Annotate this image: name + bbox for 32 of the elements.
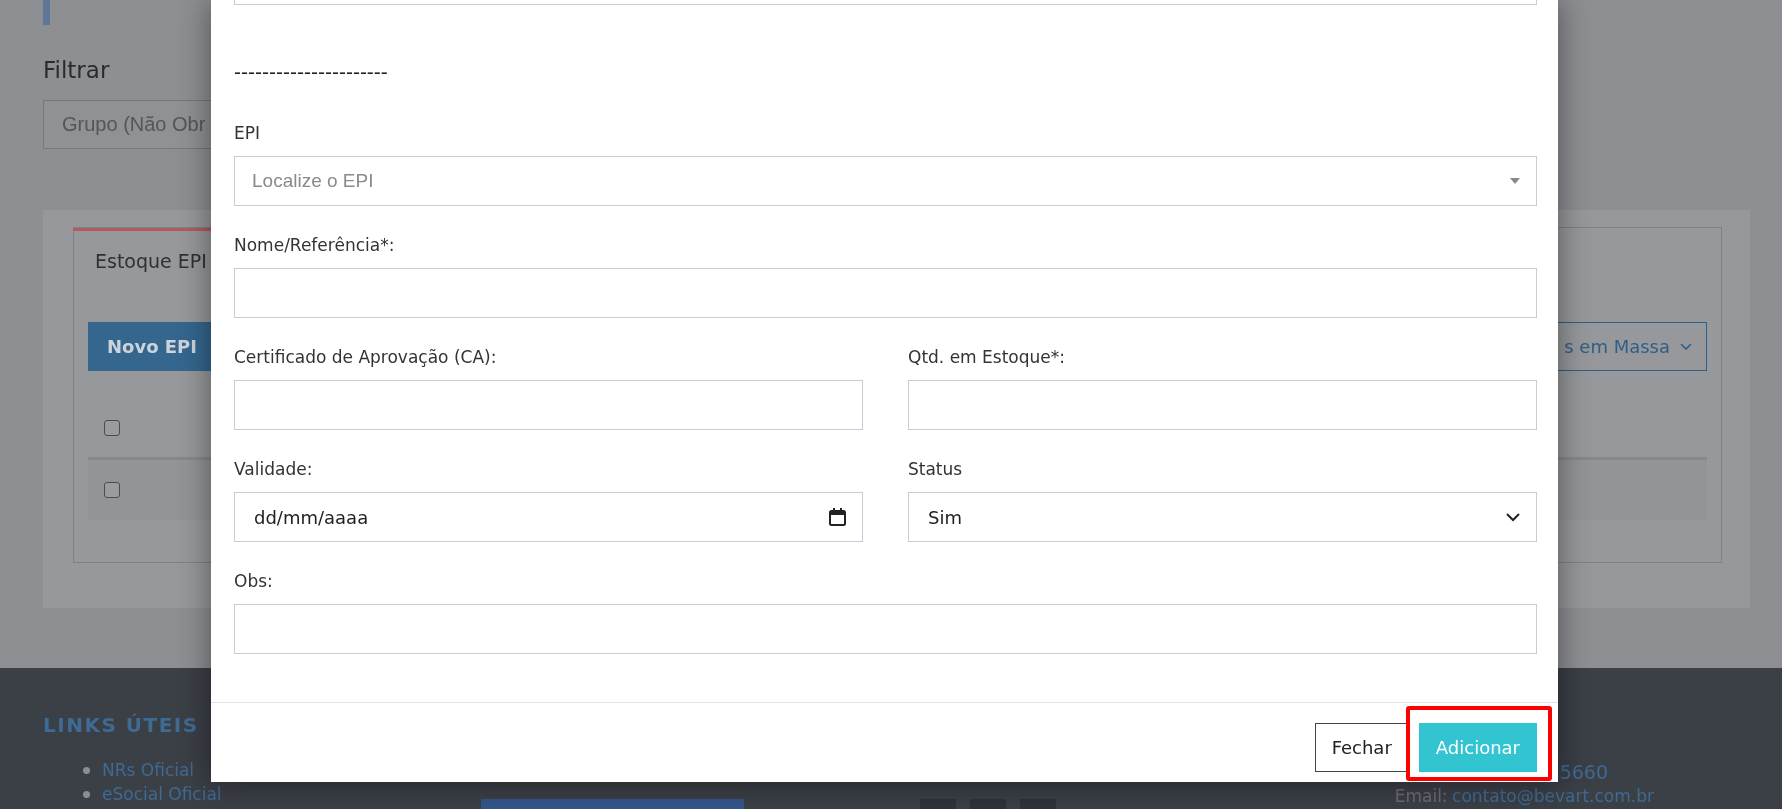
bullet-icon <box>83 766 90 774</box>
caret-icon <box>1510 178 1520 184</box>
footer-link[interactable]: eSocial Oficial <box>102 784 222 804</box>
input-field[interactable] <box>908 380 1537 430</box>
search-select[interactable]: Localize o EPI <box>234 156 1537 206</box>
email-link[interactable]: contato@bevart.com.br <box>1452 786 1654 806</box>
input-field[interactable] <box>234 380 863 430</box>
footer-heading: LINKS ÚTEIS <box>43 712 200 738</box>
dialog-button[interactable]: Adicionar <box>1418 723 1537 772</box>
chevron-down-icon <box>1680 342 1692 351</box>
phone-number[interactable]: 5660 <box>1559 759 1608 785</box>
field-label: Qtd. em Estoque*: <box>908 347 1066 367</box>
field-label: Validade: <box>234 459 314 479</box>
dialog-button[interactable]: Fechar <box>1314 723 1409 772</box>
field-label: Nome/Referência*: <box>234 235 396 255</box>
status-select[interactable]: Sim <box>908 492 1537 542</box>
input-field[interactable] <box>234 268 1537 318</box>
button-label: s em Massa <box>1564 336 1670 357</box>
checkbox[interactable] <box>104 420 120 436</box>
field-label: EPI <box>234 123 261 143</box>
filter-title: Filtrar <box>43 56 110 84</box>
chevron-down-icon <box>1506 512 1520 522</box>
field-label: Status <box>908 459 964 479</box>
calendar-icon <box>829 508 846 526</box>
date-field[interactable]: dd/mm/aaaa <box>234 492 863 542</box>
footer-link[interactable]: NRs Oficial <box>102 760 195 780</box>
checkbox[interactable] <box>104 482 120 498</box>
input-field[interactable] <box>234 604 1537 654</box>
field-label: Obs: <box>234 571 274 591</box>
accent-bar <box>43 0 50 25</box>
bullet-icon <box>83 790 90 798</box>
divider-text: ---------------------- <box>234 62 388 82</box>
